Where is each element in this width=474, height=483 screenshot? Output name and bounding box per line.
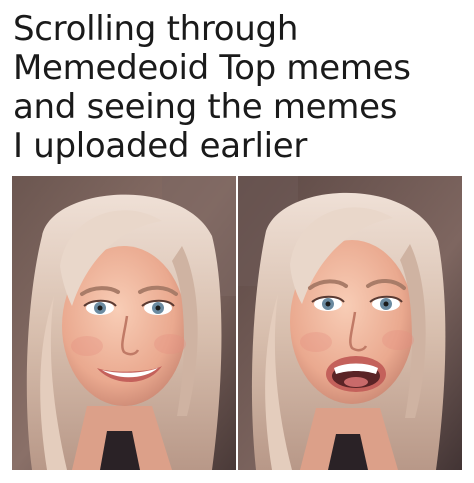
caption-line-2: Memedeoid Top memes bbox=[13, 48, 411, 88]
laughing-woman-photo bbox=[238, 176, 462, 470]
meme-panel-left bbox=[12, 176, 236, 470]
meme-panel-right bbox=[238, 176, 462, 470]
caption-line-1: Scrolling through bbox=[13, 9, 299, 49]
caption-line-4: I uploaded earlier bbox=[13, 126, 308, 166]
meme-caption: Scrolling through Memedeoid Top memes an… bbox=[13, 10, 465, 166]
caption-line-3: and seeing the memes bbox=[13, 87, 398, 127]
meme-container: Scrolling through Memedeoid Top memes an… bbox=[0, 0, 474, 483]
smiling-woman-photo bbox=[12, 176, 236, 470]
